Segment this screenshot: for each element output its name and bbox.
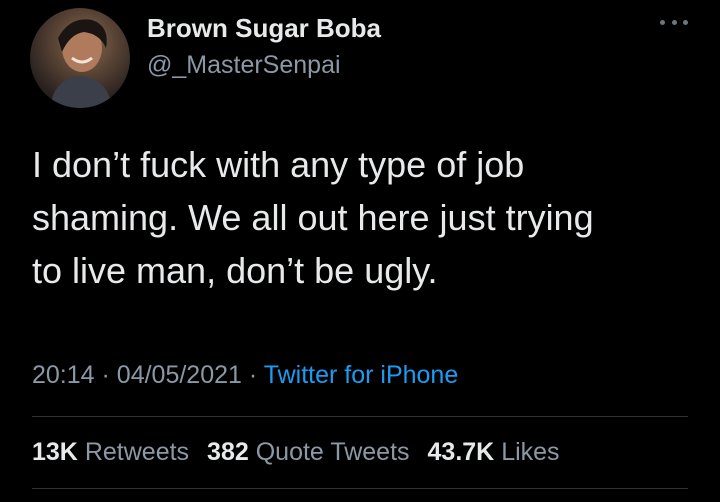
retweets-label: Retweets xyxy=(84,438,190,466)
author-handle[interactable]: @_MasterSenpai xyxy=(147,51,341,80)
more-dot xyxy=(683,19,688,25)
divider xyxy=(32,416,688,417)
tweet-meta: 20:14 · 04/05/2021 · Twitter for iPhone xyxy=(32,361,458,390)
profile-photo-icon xyxy=(50,19,112,108)
divider xyxy=(32,488,688,489)
tweet-date[interactable]: 04/05/2021 xyxy=(117,361,242,389)
quote-tweets-stat[interactable]: 382 Quote Tweets xyxy=(207,438,409,467)
quote-tweets-count: 382 xyxy=(207,438,249,466)
meta-separator: · xyxy=(101,361,110,389)
avatar[interactable] xyxy=(30,8,130,108)
more-horizontal-icon[interactable] xyxy=(660,12,688,32)
more-dot xyxy=(671,19,677,25)
retweets-stat[interactable]: 13K Retweets xyxy=(32,438,189,467)
author-display-name[interactable]: Brown Sugar Boba xyxy=(147,13,381,44)
tweet-text: I don’t fuck with any type of job shamin… xyxy=(32,144,594,291)
likes-count: 43.7K xyxy=(427,438,495,466)
likes-label: Likes xyxy=(501,438,560,466)
retweets-count: 13K xyxy=(32,438,78,466)
more-dot xyxy=(660,19,665,25)
tweet-source-link[interactable]: Twitter for iPhone xyxy=(264,361,459,389)
quote-tweets-label: Quote Tweets xyxy=(255,438,410,466)
tweet-time[interactable]: 20:14 xyxy=(32,361,95,389)
meta-separator: · xyxy=(248,361,258,389)
tweet-stats: 13K Retweets 382 Quote Tweets 43.7K Like… xyxy=(32,438,560,467)
likes-stat[interactable]: 43.7K Likes xyxy=(428,438,560,467)
